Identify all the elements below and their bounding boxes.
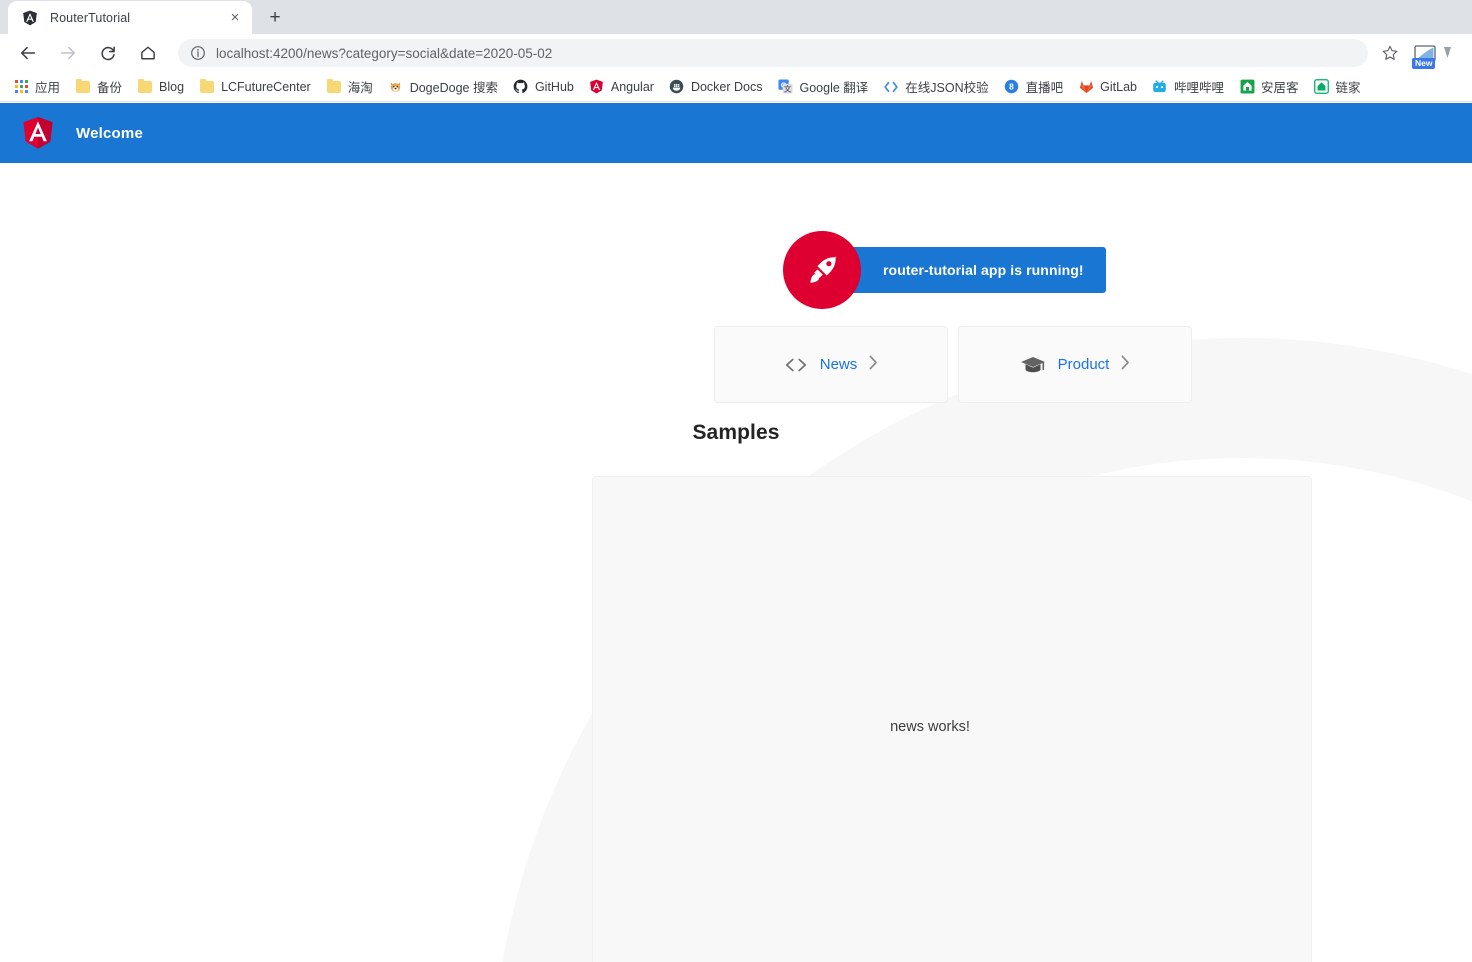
bookmark-label: Docker Docs bbox=[691, 80, 763, 94]
bookmark-label: 链家 bbox=[1336, 77, 1361, 96]
browser-window: RouterTutorial × + localhost:4200/news?c… bbox=[0, 0, 1472, 962]
router-outlet-card: news works! bbox=[592, 476, 1312, 962]
folder-icon bbox=[75, 79, 91, 95]
site-info-icon[interactable] bbox=[190, 45, 206, 61]
gitlab-icon bbox=[1078, 79, 1094, 95]
running-text: router-tutorial app is running! bbox=[883, 262, 1084, 278]
rocket-icon bbox=[783, 231, 861, 309]
close-icon[interactable]: × bbox=[226, 9, 244, 27]
bookmark-json-validator[interactable]: 在线JSON校验 bbox=[876, 74, 995, 99]
bookmark-label: Blog bbox=[159, 80, 184, 94]
page-body: router-tutorial app is running! News bbox=[0, 163, 1472, 962]
address-bar[interactable]: localhost:4200/news?category=social&date… bbox=[178, 39, 1368, 67]
browser-toolbar: localhost:4200/news?category=social&date… bbox=[0, 34, 1472, 72]
folder-icon bbox=[137, 79, 153, 95]
folder-icon bbox=[326, 79, 342, 95]
nav-card-label: News bbox=[820, 356, 858, 373]
new-tab-button[interactable]: + bbox=[260, 2, 290, 32]
bookmark-github[interactable]: GitHub bbox=[506, 76, 581, 98]
bookmark-label: Angular bbox=[611, 80, 654, 94]
page-title: Samples bbox=[0, 421, 1472, 445]
svg-text:文: 文 bbox=[784, 84, 792, 93]
bookmark-label: 在线JSON校验 bbox=[905, 77, 988, 96]
svg-text:8: 8 bbox=[1009, 82, 1014, 92]
bookmark-dogedoge[interactable]: DogeDoge 搜索 bbox=[381, 74, 505, 99]
bookmark-lianjia[interactable]: 链家 bbox=[1307, 74, 1368, 99]
bookmark-label: LCFutureCenter bbox=[221, 80, 311, 94]
graduation-cap-icon bbox=[1020, 355, 1046, 375]
bookmark-angular[interactable]: Angular bbox=[582, 76, 661, 98]
bookmark-folder-lcfuturecenter[interactable]: LCFutureCenter bbox=[192, 76, 318, 98]
bookmark-zhibo[interactable]: 8 直播吧 bbox=[997, 74, 1071, 99]
anjuke-icon bbox=[1239, 79, 1255, 95]
screenshot-extension-icon[interactable]: New bbox=[1411, 39, 1439, 67]
google-translate-icon: G 文 bbox=[778, 79, 794, 95]
bookmark-docker-docs[interactable]: Docker Docs bbox=[662, 76, 770, 98]
bookmark-google-translate[interactable]: G 文 Google 翻译 bbox=[771, 74, 876, 99]
angular-logo-icon bbox=[22, 116, 54, 150]
home-icon[interactable] bbox=[133, 38, 163, 68]
bookmark-apps[interactable]: 应用 bbox=[6, 74, 67, 99]
bookmark-label: 直播吧 bbox=[1026, 77, 1064, 96]
page-viewport: Welcome bbox=[0, 103, 1472, 962]
bookmark-label: GitHub bbox=[535, 80, 574, 94]
chevron-right-icon bbox=[869, 355, 878, 374]
tab-title: RouterTutorial bbox=[50, 11, 226, 25]
json-icon bbox=[883, 79, 899, 95]
nav-card-label: Product bbox=[1058, 356, 1110, 373]
bookmark-folder-blog[interactable]: Blog bbox=[130, 76, 191, 98]
docker-icon bbox=[669, 79, 685, 95]
bookmark-label: Google 翻译 bbox=[800, 77, 869, 96]
bookmark-anjuke[interactable]: 安居客 bbox=[1232, 74, 1306, 99]
running-pill: router-tutorial app is running! bbox=[837, 247, 1106, 293]
browser-tab[interactable]: RouterTutorial × bbox=[8, 1, 252, 34]
bookmark-label: 安居客 bbox=[1261, 77, 1299, 96]
samples-heading: Samples bbox=[692, 421, 779, 445]
reload-icon[interactable] bbox=[93, 38, 123, 68]
bookmark-label: DogeDoge 搜索 bbox=[410, 77, 498, 96]
nav-card-product[interactable]: Product bbox=[958, 326, 1192, 403]
zhibo-icon: 8 bbox=[1004, 79, 1020, 95]
app-toolbar: Welcome bbox=[0, 103, 1472, 163]
shiba-icon bbox=[388, 79, 404, 95]
bookmarks-bar: 应用 备份 Blog LCFutureCenter 海淘 bbox=[0, 72, 1472, 102]
extension-badge: New bbox=[1412, 58, 1435, 69]
running-banner: router-tutorial app is running! bbox=[783, 231, 1106, 309]
lianjia-icon bbox=[1314, 79, 1330, 95]
code-brackets-icon bbox=[784, 357, 808, 373]
bookmark-star-icon[interactable] bbox=[1376, 39, 1404, 67]
bookmark-label: 海淘 bbox=[348, 77, 373, 96]
nav-card-list: News Product bbox=[714, 326, 1192, 403]
router-outlet-content: news works! bbox=[890, 719, 970, 735]
tab-strip: RouterTutorial × + bbox=[0, 0, 1472, 34]
back-arrow-icon[interactable] bbox=[13, 38, 43, 68]
url-text[interactable]: localhost:4200/news?category=social&date… bbox=[216, 46, 1356, 61]
bookmark-label: 哔哩哔哩 bbox=[1174, 77, 1224, 96]
bookmark-gitlab[interactable]: GitLab bbox=[1071, 76, 1144, 98]
bookmark-label: 备份 bbox=[97, 77, 122, 96]
bookmark-label: 应用 bbox=[35, 77, 60, 96]
bookmark-folder-beifen[interactable]: 备份 bbox=[68, 74, 129, 99]
nav-card-news[interactable]: News bbox=[714, 326, 948, 403]
github-icon bbox=[513, 79, 529, 95]
apps-grid-icon bbox=[13, 79, 29, 95]
angular-shield-icon bbox=[22, 10, 38, 26]
bookmark-folder-haitao[interactable]: 海淘 bbox=[319, 74, 380, 99]
angular-icon bbox=[589, 79, 605, 95]
folder-icon bbox=[199, 79, 215, 95]
chevron-right-icon bbox=[1121, 355, 1130, 374]
app-title: Welcome bbox=[76, 125, 143, 142]
profile-avatar[interactable] bbox=[1442, 39, 1464, 67]
bookmark-bilibili[interactable]: 哔哩哔哩 bbox=[1145, 74, 1231, 99]
bookmark-label: GitLab bbox=[1100, 80, 1137, 94]
bilibili-icon bbox=[1152, 79, 1168, 95]
forward-arrow-icon bbox=[53, 38, 83, 68]
